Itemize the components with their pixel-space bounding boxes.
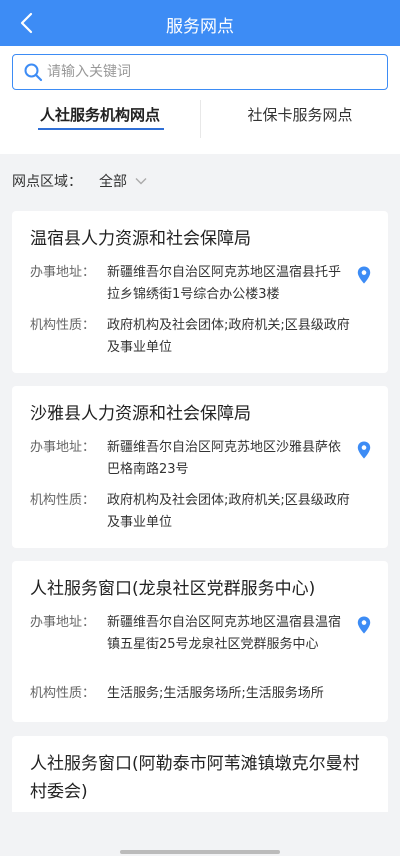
active-tab-indicator — [38, 128, 164, 130]
location-pin-icon[interactable] — [357, 441, 371, 459]
search-box[interactable] — [12, 54, 388, 90]
service-point-card[interactable]: 人社服务窗口(阿勒泰市阿苇滩镇墩克尔曼村村委会) — [12, 736, 388, 812]
service-point-card[interactable]: 沙雅县人力资源和社会保障局 办事地址： 新疆维吾尔自治区阿克苏地区沙雅县萨依巴格… — [12, 386, 388, 548]
chevron-down-icon[interactable] — [134, 173, 148, 187]
tab-bar: 人社服务机构网点 社保卡服务网点 — [0, 96, 400, 154]
tab-social-security-card[interactable]: 社保卡服务网点 — [200, 96, 400, 154]
nature-label: 机构性质： — [30, 493, 96, 508]
region-filter-label: 网点区域： — [12, 174, 82, 190]
address-value: 新疆维吾尔自治区阿克苏地区温宿县温宿镇五星街25号龙泉社区党群服务中心 — [107, 615, 342, 652]
nature-value: 政府机构及社会团体;政府机关;区县级政府及事业单位 — [107, 493, 350, 530]
service-point-card[interactable]: 温宿县人力资源和社会保障局 办事地址： 新疆维吾尔自治区阿克苏地区温宿县托乎拉乡… — [12, 211, 388, 373]
tab-service-agency-label: 人社服务机构网点 — [39, 106, 160, 124]
search-input[interactable] — [47, 55, 377, 88]
home-indicator — [120, 850, 280, 854]
card-title: 温宿县人力资源和社会保障局 — [30, 229, 251, 249]
region-filter-select[interactable]: 全部 — [99, 171, 127, 191]
address-label: 办事地址： — [30, 615, 96, 630]
header-bar: 服务网点 — [0, 0, 400, 46]
location-pin-icon[interactable] — [357, 266, 371, 284]
service-point-card[interactable]: 人社服务窗口(龙泉社区党群服务中心) 办事地址： 新疆维吾尔自治区阿克苏地区温宿… — [12, 561, 388, 722]
address-label: 办事地址： — [30, 265, 96, 280]
card-title: 人社服务窗口(阿勒泰市阿苇滩镇墩克尔曼村村委会) — [30, 754, 360, 802]
address-value: 新疆维吾尔自治区阿克苏地区沙雅县萨依巴格南路23号 — [107, 440, 342, 477]
address-value: 新疆维吾尔自治区阿克苏地区温宿县托乎拉乡锦绣街1号综合办公楼3楼 — [107, 265, 342, 302]
page-title: 服务网点 — [166, 17, 234, 37]
nature-label: 机构性质： — [30, 686, 96, 701]
search-area: 人社服务机构网点 社保卡服务网点 — [0, 46, 400, 154]
search-icon — [23, 62, 43, 82]
nature-label: 机构性质： — [30, 318, 96, 333]
address-label: 办事地址： — [30, 440, 96, 455]
nature-value: 政府机构及社会团体;政府机关;区县级政府及事业单位 — [107, 318, 350, 355]
tab-service-agency[interactable]: 人社服务机构网点 — [0, 96, 200, 154]
card-title: 沙雅县人力资源和社会保障局 — [30, 404, 251, 424]
nature-value: 生活服务;生活服务场所;生活服务场所 — [107, 686, 324, 701]
location-pin-icon[interactable] — [357, 616, 371, 634]
region-filter: 网点区域： 全部 — [0, 164, 400, 198]
card-title: 人社服务窗口(龙泉社区党群服务中心) — [30, 579, 316, 599]
tab-social-security-card-label: 社保卡服务网点 — [247, 106, 353, 124]
